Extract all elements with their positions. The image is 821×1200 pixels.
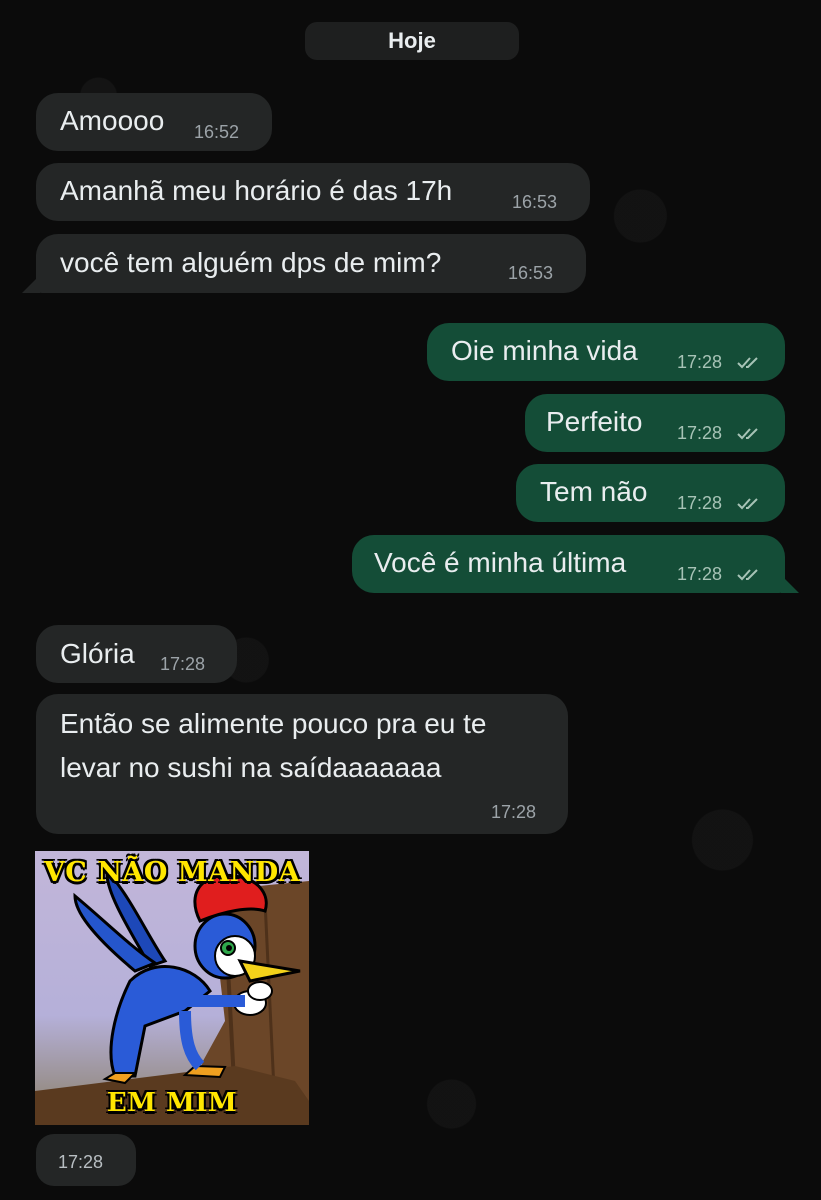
incoming-message[interactable]: Amoooo 16:52 [36, 93, 272, 151]
incoming-message[interactable]: Glória 17:28 [36, 625, 237, 683]
message-time: 17:28 [677, 352, 723, 372]
date-separator: Hoje [305, 22, 519, 60]
outgoing-message[interactable]: Você é minha última 17:28 [352, 535, 785, 593]
message-time: 16:53 [508, 263, 554, 283]
message-text-line-2: levar no sushi na saídaaaaaaa [60, 752, 442, 783]
message-time: 17:28 [160, 654, 206, 674]
message-text: Você é minha última [374, 547, 627, 578]
message-time: 17:28 [677, 493, 723, 513]
message-text: você tem alguém dps de mim? [60, 247, 442, 278]
message-time: 16:53 [512, 192, 558, 212]
message-text: Oie minha vida [451, 335, 638, 366]
woodpecker-cartoon-image [35, 867, 309, 1125]
message-text: Amanhã meu horário é das 17h [60, 175, 453, 206]
message-time: 17:28 [58, 1152, 104, 1172]
outgoing-message[interactable]: Tem não 17:28 [516, 464, 785, 522]
read-ticks-icon [737, 428, 758, 440]
outgoing-message[interactable]: Oie minha vida 17:28 [427, 323, 785, 381]
read-ticks-icon [737, 498, 758, 510]
message-text: Amoooo [60, 105, 165, 136]
read-ticks-icon [737, 569, 758, 581]
message-time: 17:28 [677, 423, 723, 443]
message-text: Glória [60, 638, 135, 669]
message-time: 16:52 [194, 122, 240, 142]
outgoing-message[interactable]: Perfeito 17:28 [525, 394, 785, 452]
message-text-line-1: Então se alimente pouco pra eu te [60, 708, 487, 739]
sticker-bottom-caption: EM MIM [106, 1088, 238, 1118]
message-text: Tem não [540, 476, 648, 507]
message-time: 17:28 [677, 564, 723, 584]
sticker-top-caption: VC NÃO MANDA [43, 857, 301, 888]
message-time: 17:28 [491, 802, 537, 822]
woody-woodpecker-sticker[interactable]: VC NÃO MANDA EM MIM [35, 851, 309, 1125]
read-ticks-icon [737, 357, 758, 369]
incoming-message[interactable]: Amanhã meu horário é das 17h 16:53 [36, 163, 590, 221]
sticker-time-chip: 17:28 [36, 1134, 136, 1186]
date-label: Hoje [388, 28, 436, 53]
incoming-message[interactable]: você tem alguém dps de mim? 16:53 [36, 234, 586, 293]
message-text: Perfeito [546, 406, 643, 437]
incoming-message[interactable]: Então se alimente pouco pra eu te levar … [36, 694, 568, 834]
chat-area[interactable]: Hoje Amoooo 16:52 Amanhã meu horário é d… [0, 0, 821, 1200]
